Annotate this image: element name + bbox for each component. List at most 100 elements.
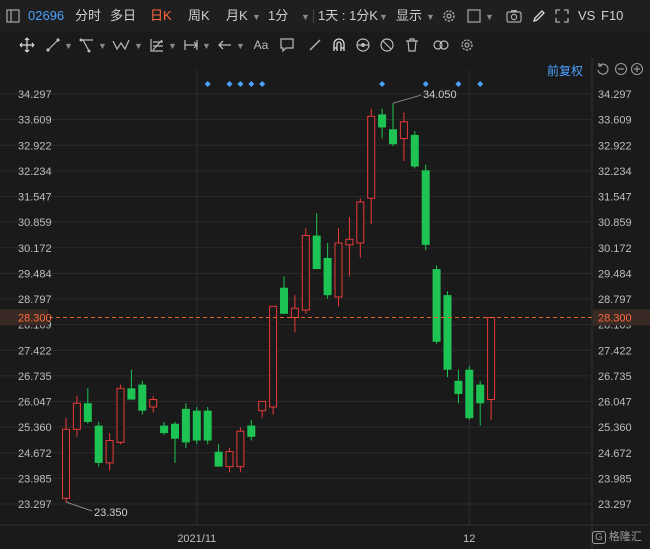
y-tick-label-left: 26.047 xyxy=(18,397,52,409)
minute-dropdown-icon[interactable]: ▼ xyxy=(301,12,310,22)
y-tick-label-left: 29.484 xyxy=(18,268,52,280)
y-tick-label: 26.047 xyxy=(598,397,632,409)
line-tool-icon[interactable] xyxy=(44,36,62,54)
range-tool-icon[interactable] xyxy=(182,36,200,54)
candle-body xyxy=(465,369,474,419)
y-tick-label-left: 23.985 xyxy=(18,473,52,485)
y-tick-label-left: 28.797 xyxy=(18,294,52,306)
panel-toggle-icon[interactable] xyxy=(4,7,22,25)
y-tick-label-left: 30.859 xyxy=(18,217,52,229)
candle-body xyxy=(323,257,332,296)
camera-icon[interactable] xyxy=(505,7,523,25)
trash-icon[interactable] xyxy=(403,36,421,54)
y-tick-label-left: 33.609 xyxy=(18,115,52,127)
pen-icon[interactable] xyxy=(530,7,548,25)
y-tick-label: 31.547 xyxy=(598,192,632,204)
y-tick-label: 32.922 xyxy=(598,140,632,152)
range-tool-dropdown-icon[interactable]: ▼ xyxy=(202,41,211,51)
tab-intraday[interactable]: 分时 xyxy=(75,7,101,25)
candle-body xyxy=(203,410,212,441)
watermark-text: 格隆汇 xyxy=(608,531,642,543)
current-price-label-right: 28.300 xyxy=(598,313,632,325)
wave-tool-icon[interactable] xyxy=(112,36,130,54)
candle-body xyxy=(236,430,245,468)
max-price-label: 34.050 xyxy=(423,89,457,101)
link-icon[interactable] xyxy=(432,36,450,54)
y-tick-label-left: 25.360 xyxy=(18,422,52,434)
fib-tool-dropdown-icon[interactable]: ▼ xyxy=(168,41,177,51)
vs-button[interactable]: VS xyxy=(578,7,595,25)
candle-body xyxy=(269,305,278,408)
f10-button[interactable]: F10 xyxy=(601,7,623,25)
display-dropdown-icon[interactable]: ▼ xyxy=(426,12,435,22)
period-select[interactable]: 1天 : 1分K xyxy=(318,7,378,25)
y-tick-label: 30.172 xyxy=(598,243,632,255)
y-tick-label: 23.985 xyxy=(598,473,632,485)
y-tick-label-left: 32.922 xyxy=(18,140,52,152)
settings-icon[interactable] xyxy=(440,7,458,25)
magnet-icon[interactable] xyxy=(330,36,348,54)
candle-body xyxy=(280,287,288,314)
candle-body xyxy=(410,134,419,167)
checkbox-icon[interactable] xyxy=(465,7,483,25)
top-toolbar: 02696 分时 多日 日K 周K 月K ▼ 1分 ▼ 1天 : 1分K ▼ 显… xyxy=(0,0,650,33)
tool-settings-icon[interactable] xyxy=(458,36,476,54)
arrow-tool-icon[interactable] xyxy=(216,36,234,54)
y-tick-label: 27.422 xyxy=(598,345,632,357)
candle-body xyxy=(454,380,463,394)
tab-weekly-k[interactable]: 周K xyxy=(188,7,210,25)
candle-body xyxy=(116,387,125,443)
candle-body xyxy=(127,388,136,400)
tab-multi-day[interactable]: 多日 xyxy=(110,7,136,25)
chart-background xyxy=(0,58,650,549)
candle-body xyxy=(62,428,70,499)
tab-1min[interactable]: 1分 xyxy=(268,7,288,25)
tab-monthly-k[interactable]: 月K xyxy=(226,7,248,25)
candle-body xyxy=(345,238,354,246)
stock-code[interactable]: 02696 xyxy=(28,7,64,25)
channel-tool-dropdown-icon[interactable]: ▼ xyxy=(98,41,107,51)
x-tick-label: 12 xyxy=(463,533,475,545)
candle-body xyxy=(378,114,387,128)
candle-body xyxy=(487,317,496,401)
eraser-line-icon[interactable] xyxy=(306,36,324,54)
wave-tool-dropdown-icon[interactable]: ▼ xyxy=(134,41,143,51)
y-tick-label: 25.360 xyxy=(598,422,632,434)
zoom-in-icon[interactable] xyxy=(628,60,646,78)
candle-body xyxy=(312,235,321,270)
candle-body xyxy=(214,451,223,467)
y-tick-label-left: 32.234 xyxy=(18,166,52,178)
hide-icon[interactable] xyxy=(378,36,396,54)
move-crosshair-icon[interactable] xyxy=(18,36,36,54)
fullscreen-icon[interactable] xyxy=(553,7,571,25)
candle-body xyxy=(356,201,365,244)
arrow-tool-dropdown-icon[interactable]: ▼ xyxy=(236,41,245,51)
candle-body xyxy=(258,400,267,412)
period-dropdown-icon[interactable]: ▼ xyxy=(379,12,388,22)
monthly-dropdown-icon[interactable]: ▼ xyxy=(252,12,261,22)
candle-body xyxy=(72,402,81,430)
y-tick-label-left: 23.297 xyxy=(18,499,52,511)
fib-tool-icon[interactable] xyxy=(148,36,166,54)
line-tool-dropdown-icon[interactable]: ▼ xyxy=(64,41,73,51)
candle-body xyxy=(432,269,441,342)
tab-daily-k[interactable]: 日K xyxy=(150,7,172,25)
candle-body xyxy=(334,242,343,298)
candle-body xyxy=(290,307,299,319)
watermark-logo-icon: G xyxy=(592,531,606,544)
y-tick-label-left: 24.672 xyxy=(18,448,52,460)
adjust-mode-label[interactable]: 前复权 xyxy=(547,62,583,79)
text-tool-icon[interactable]: Aa xyxy=(252,36,270,54)
checkbox-dropdown-icon[interactable]: ▼ xyxy=(485,12,494,22)
candlestick-chart[interactable]: 34.297 33.609 32.922 32.234 31.547 30.859 30.1… xyxy=(0,58,650,549)
candle-body xyxy=(171,423,179,439)
candle-body xyxy=(83,403,92,422)
y-tick-label: 24.672 xyxy=(598,448,632,460)
watermark: G 格隆汇 xyxy=(592,528,642,544)
reset-icon[interactable] xyxy=(594,60,612,78)
channel-tool-icon[interactable] xyxy=(78,36,96,54)
note-tool-icon[interactable] xyxy=(278,36,296,54)
y-tick-label-left: 26.735 xyxy=(18,371,52,383)
display-menu[interactable]: 显示 xyxy=(396,7,422,25)
visibility-icon[interactable] xyxy=(354,36,372,54)
